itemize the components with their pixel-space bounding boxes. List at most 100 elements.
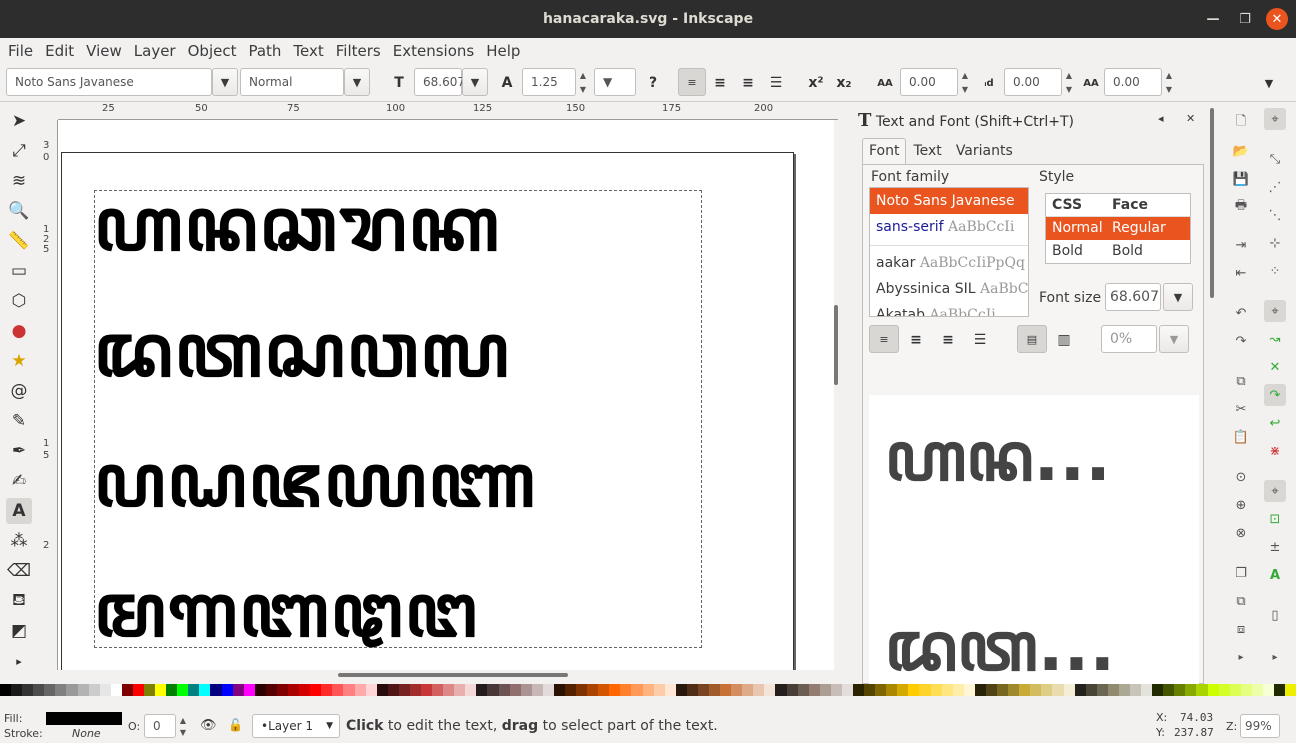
color-swatch[interactable] [930,684,942,696]
undo-icon[interactable]: ↶ [1230,302,1252,324]
rectangle-tool-icon[interactable]: ▭ [6,258,32,284]
color-swatch[interactable] [1163,684,1175,696]
new-document-icon[interactable]: 🗋 [1230,112,1252,134]
color-swatch[interactable] [963,684,975,696]
color-swatch[interactable] [321,684,333,696]
color-swatch[interactable] [653,684,665,696]
color-swatch[interactable] [1152,684,1164,696]
color-swatch[interactable] [720,684,732,696]
copy-icon[interactable]: ⧉ [1230,370,1252,392]
color-swatch[interactable] [1019,684,1031,696]
color-swatch[interactable] [742,684,754,696]
color-swatch[interactable] [420,684,433,696]
kerning-spinner[interactable]: ▲ ▼ [1162,68,1176,96]
export-icon[interactable]: ⇤ [1230,262,1252,284]
scroll-thumb[interactable] [1210,108,1214,298]
color-swatch[interactable] [1063,684,1075,696]
color-swatch[interactable] [564,684,577,696]
menu-path[interactable]: Path [242,42,287,60]
color-swatch[interactable] [265,684,277,696]
color-swatch[interactable] [66,684,78,696]
color-swatch[interactable] [1041,684,1053,696]
color-swatch[interactable] [299,684,311,696]
color-swatch[interactable] [132,684,145,696]
column-header[interactable]: CSS [1046,194,1106,216]
snap-bbox-midpoint-icon[interactable]: ⊹ [1264,232,1286,254]
tweak-tool-icon[interactable]: ≋ [6,168,32,194]
tab-text[interactable]: Text [906,138,948,164]
color-swatch[interactable] [1008,684,1020,696]
text-tool-icon[interactable]: A [6,498,32,524]
color-swatch[interactable] [1030,684,1042,696]
menu-help[interactable]: Help [480,42,526,60]
color-swatch[interactable] [276,684,289,696]
color-swatch[interactable] [808,684,820,696]
color-swatch[interactable] [797,684,809,696]
color-swatch[interactable] [88,684,100,696]
clone-icon[interactable]: ⧉ [1230,590,1252,612]
color-swatch[interactable] [598,684,610,696]
color-swatch[interactable] [144,684,156,696]
color-swatch[interactable] [166,684,178,696]
color-swatch[interactable] [897,684,909,696]
color-swatch[interactable] [443,684,455,696]
color-swatch[interactable] [875,684,887,696]
color-swatch[interactable] [33,684,45,696]
canvas-text-line[interactable]: ꦥꦝꦗꦪꦚ [94,444,537,518]
zoom-selection-icon[interactable]: ⊙ [1230,466,1252,488]
menu-layer[interactable]: Layer [128,42,182,60]
paste-icon[interactable]: 📋 [1230,426,1252,448]
color-swatch[interactable] [476,684,488,696]
color-swatch[interactable] [697,684,709,696]
color-swatch[interactable] [1207,684,1219,696]
close-button[interactable]: ✕ [1266,8,1288,30]
color-swatch[interactable] [221,684,233,696]
table-row[interactable]: Bold Bold [1046,240,1190,263]
font-size-units-icon[interactable]: T [388,72,410,94]
duplicate-icon[interactable]: ❐ [1230,562,1252,584]
help-icon[interactable]: ? [642,72,664,94]
zoom-page-icon[interactable]: ⊗ [1230,522,1252,544]
toolbar-overflow-icon[interactable]: ▼ [1258,72,1280,94]
zoom-tool-icon[interactable]: 🔍 [6,198,32,224]
color-swatch[interactable] [786,684,798,696]
color-palette[interactable] [0,684,1296,696]
menu-edit[interactable]: Edit [39,42,80,60]
color-swatch[interactable] [775,684,787,696]
color-swatch[interactable] [1141,684,1153,696]
snap-text-baseline-icon[interactable]: A [1264,564,1286,586]
color-swatch[interactable] [343,684,355,696]
save-icon[interactable]: 💾 [1230,168,1252,190]
superscript-icon[interactable]: x² [805,72,827,94]
justify-button[interactable]: ☰ [765,72,787,94]
color-swatch[interactable] [44,684,56,696]
color-swatch[interactable] [997,684,1009,696]
color-swatch[interactable] [919,684,931,696]
snap-bbox-corner-icon[interactable]: ⋱ [1264,204,1286,226]
snap-others-icon[interactable]: ⌖ [1264,480,1286,502]
color-swatch[interactable] [1273,684,1286,696]
color-swatch[interactable] [121,684,133,696]
color-swatch[interactable] [675,684,687,696]
menu-extensions[interactable]: Extensions [387,42,480,60]
color-swatch[interactable] [886,684,898,696]
color-swatch[interactable] [853,684,865,696]
color-swatch[interactable] [177,684,189,696]
color-swatch[interactable] [110,684,122,696]
list-item[interactable]: aakar AaBbCcIiPpQq [870,250,1028,276]
canvas-text-line[interactable]: ꦩꦒꦧꦛꦔ [94,574,479,648]
color-swatch[interactable] [1185,684,1197,696]
canvas-vertical-scrollbar[interactable] [834,120,840,670]
color-swatch[interactable] [77,684,89,696]
fill-swatch[interactable] [46,712,122,725]
snap-bbox-center-icon[interactable]: ⁘ [1264,260,1286,282]
canvas-text-line[interactable]: ꦢꦠꦱꦮꦭ [94,314,511,388]
toolbox-overflow-icon[interactable]: ▸ [6,648,32,674]
paint-bucket-tool-icon[interactable]: ⛾ [6,588,32,614]
selector-tool-icon[interactable]: ➤ [6,108,32,134]
color-swatch[interactable] [1052,684,1064,696]
lock-icon[interactable]: 🔓 [228,718,243,732]
list-item[interactable]: Abyssinica SIL AaBbC [870,276,1028,302]
3d-box-tool-icon[interactable]: ⬡ [6,288,32,314]
color-swatch[interactable] [1096,684,1108,696]
